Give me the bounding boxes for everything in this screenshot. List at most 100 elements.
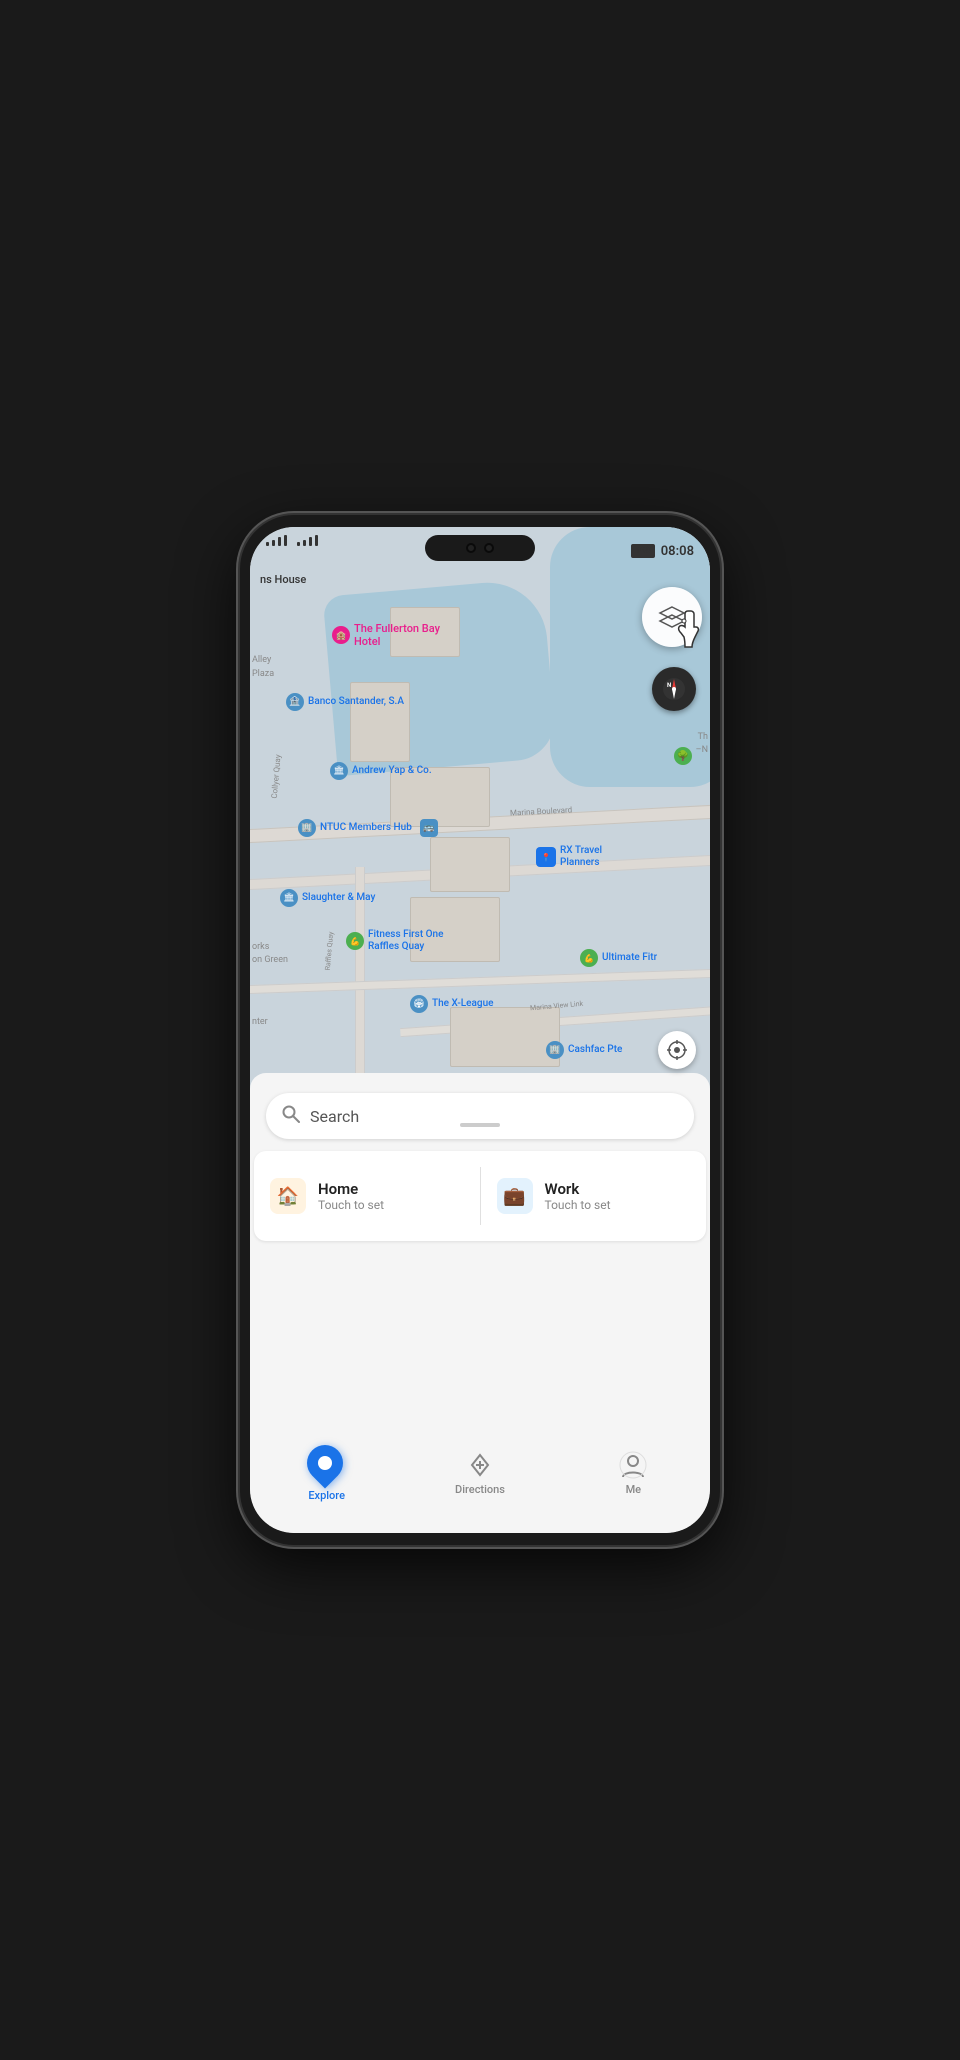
poi-icon-xleague: 🏟 bbox=[410, 995, 428, 1013]
poi-fitness[interactable]: 💪 Fitness First One Raffles Quay bbox=[346, 929, 443, 953]
poi-label-slaughter: Slaughter & May bbox=[302, 892, 375, 904]
drag-handle[interactable] bbox=[460, 1123, 500, 1127]
map-area[interactable]: Marina Boulevard Raffles Quay Marina Vie… bbox=[250, 527, 710, 1107]
bottom-panel: Search 🏠 Home Touch to set 💼 Work Touch bbox=[250, 1073, 710, 1533]
poi-icon-slaughter: 🏛 bbox=[280, 889, 298, 907]
bar-4 bbox=[284, 535, 287, 546]
poi-label-rx-2: Planners bbox=[560, 857, 602, 869]
poi-xleague[interactable]: 🏟 The X-League bbox=[410, 995, 494, 1013]
poi-icon-cashfac: 🏢 bbox=[546, 1041, 564, 1059]
bar-5 bbox=[297, 542, 300, 546]
my-location-icon bbox=[667, 1040, 687, 1060]
poi-label-rx-1: RX Travel bbox=[560, 845, 602, 857]
camera-dot-2 bbox=[484, 543, 494, 553]
poi-slaughter[interactable]: 🏛 Slaughter & May bbox=[280, 889, 375, 907]
work-shortcut-text: Work Touch to set bbox=[545, 1180, 611, 1212]
poi-label-fullerton: The Fullerton Bay bbox=[354, 622, 440, 635]
poi-icon-fitness: 💪 bbox=[346, 932, 364, 950]
poi-banco[interactable]: 🏦 Banco Santander, S.A bbox=[286, 693, 404, 711]
side-label-collyer: Collyer Quay bbox=[270, 754, 283, 799]
home-icon: 🏠 bbox=[270, 1178, 306, 1214]
poi-icon-ultimate: 💪 bbox=[580, 949, 598, 967]
layer-button-container bbox=[642, 587, 702, 647]
poi-label-fullerton-2: Hotel bbox=[354, 635, 440, 648]
poi-icon-rx: 📍 bbox=[536, 847, 556, 867]
poi-ultimate[interactable]: 💪 Ultimate Fitr bbox=[580, 949, 657, 967]
nav-label-explore: Explore bbox=[308, 1489, 345, 1502]
nav-item-explore[interactable]: Explore bbox=[250, 1445, 403, 1502]
poi-icon-ntuc: 🏢 bbox=[298, 819, 316, 837]
bar-7 bbox=[309, 537, 312, 546]
phone-frame: 100 08:08 Marina Boulevard Raffles bbox=[240, 515, 720, 1545]
signal-bars-1 bbox=[266, 535, 287, 546]
search-icon bbox=[282, 1105, 300, 1127]
bar-3 bbox=[278, 537, 281, 546]
cursor-hand-icon bbox=[670, 609, 706, 655]
directions-svg-icon bbox=[466, 1451, 494, 1479]
svg-text:N: N bbox=[667, 682, 671, 689]
poi-cashfac[interactable]: 🏢 Cashfac Pte bbox=[546, 1041, 622, 1059]
bar-1 bbox=[266, 542, 269, 546]
poi-icon-banco: 🏦 bbox=[286, 693, 304, 711]
building-4 bbox=[430, 837, 510, 892]
side-label-plaza: Plaza bbox=[252, 669, 274, 679]
poi-ntuc[interactable]: 🏢 NTUC Members Hub 🚌 bbox=[298, 819, 438, 837]
compass-button[interactable]: N bbox=[652, 667, 696, 711]
poi-label-ultimate: Ultimate Fitr bbox=[602, 952, 657, 964]
compass-icon: N bbox=[660, 675, 688, 703]
bottom-nav: Explore Directions bbox=[250, 1433, 710, 1513]
directions-icon bbox=[466, 1451, 494, 1479]
side-label-orks: orks bbox=[252, 942, 269, 952]
side-label-green: on Green bbox=[252, 955, 288, 965]
work-sublabel: Touch to set bbox=[545, 1198, 611, 1212]
location-button[interactable] bbox=[658, 1031, 696, 1069]
me-svg-icon bbox=[619, 1451, 647, 1479]
work-shortcut[interactable]: 💼 Work Touch to set bbox=[481, 1151, 707, 1241]
poi-rx[interactable]: 📍 RX Travel Planners bbox=[536, 845, 602, 869]
work-icon: 💼 bbox=[497, 1178, 533, 1214]
nav-label-me: Me bbox=[626, 1483, 642, 1496]
bar-8 bbox=[315, 535, 318, 546]
home-label: Home bbox=[318, 1180, 384, 1198]
shortcuts-section: 🏠 Home Touch to set 💼 Work Touch to set bbox=[254, 1151, 706, 1241]
poi-fullerton[interactable]: 🏨 The Fullerton Bay Hotel bbox=[332, 622, 440, 648]
poi-label-xleague: The X-League bbox=[432, 998, 494, 1010]
phone-screen: 100 08:08 Marina Boulevard Raffles bbox=[250, 527, 710, 1533]
home-shortcut[interactable]: 🏠 Home Touch to set bbox=[254, 1151, 480, 1241]
nav-item-directions[interactable]: Directions bbox=[403, 1451, 556, 1496]
hand-cursor bbox=[670, 609, 706, 649]
explore-pin-inner bbox=[318, 1456, 332, 1470]
explore-pin-shape bbox=[299, 1437, 350, 1488]
poi-label-fitness-2: Raffles Quay bbox=[368, 941, 443, 953]
side-label-n: –N bbox=[696, 745, 708, 755]
poi-icon-andrew: 🏛 bbox=[330, 762, 348, 780]
poi-label-andrew: Andrew Yap & Co. bbox=[352, 765, 432, 777]
status-bar-left bbox=[266, 535, 318, 546]
camera-dot bbox=[466, 543, 476, 553]
top-location-label: ns House bbox=[260, 573, 306, 586]
search-bar[interactable]: Search bbox=[266, 1093, 694, 1139]
explore-pin-container bbox=[307, 1445, 347, 1485]
poi-label-ntuc: NTUC Members Hub bbox=[320, 822, 412, 834]
bar-6 bbox=[303, 540, 306, 546]
me-icon bbox=[619, 1451, 647, 1479]
battery-indicator: 100 bbox=[631, 544, 655, 558]
nav-item-me[interactable]: Me bbox=[557, 1451, 710, 1496]
poi-icon-fullerton: 🏨 bbox=[332, 626, 350, 644]
home-sublabel: Touch to set bbox=[318, 1198, 384, 1212]
poi-label-cashfac: Cashfac Pte bbox=[568, 1044, 622, 1056]
poi-andrew[interactable]: 🏛 Andrew Yap & Co. bbox=[330, 762, 432, 780]
search-svg-icon bbox=[282, 1105, 300, 1123]
tree-icon: 🌳 bbox=[674, 747, 692, 765]
work-label: Work bbox=[545, 1180, 611, 1198]
home-shortcut-text: Home Touch to set bbox=[318, 1180, 384, 1212]
nav-label-directions: Directions bbox=[455, 1483, 505, 1496]
building-6 bbox=[450, 1007, 560, 1067]
raffles-quay-label: Raffles Quay bbox=[324, 931, 335, 970]
bus-stop-icon: 🚌 bbox=[420, 819, 438, 837]
signal-bars-2 bbox=[297, 535, 318, 546]
poi-label-banco: Banco Santander, S.A bbox=[308, 696, 404, 708]
camera-notch bbox=[425, 535, 535, 561]
road-h-lower bbox=[250, 969, 710, 995]
side-label-alley: Alley bbox=[252, 655, 271, 665]
